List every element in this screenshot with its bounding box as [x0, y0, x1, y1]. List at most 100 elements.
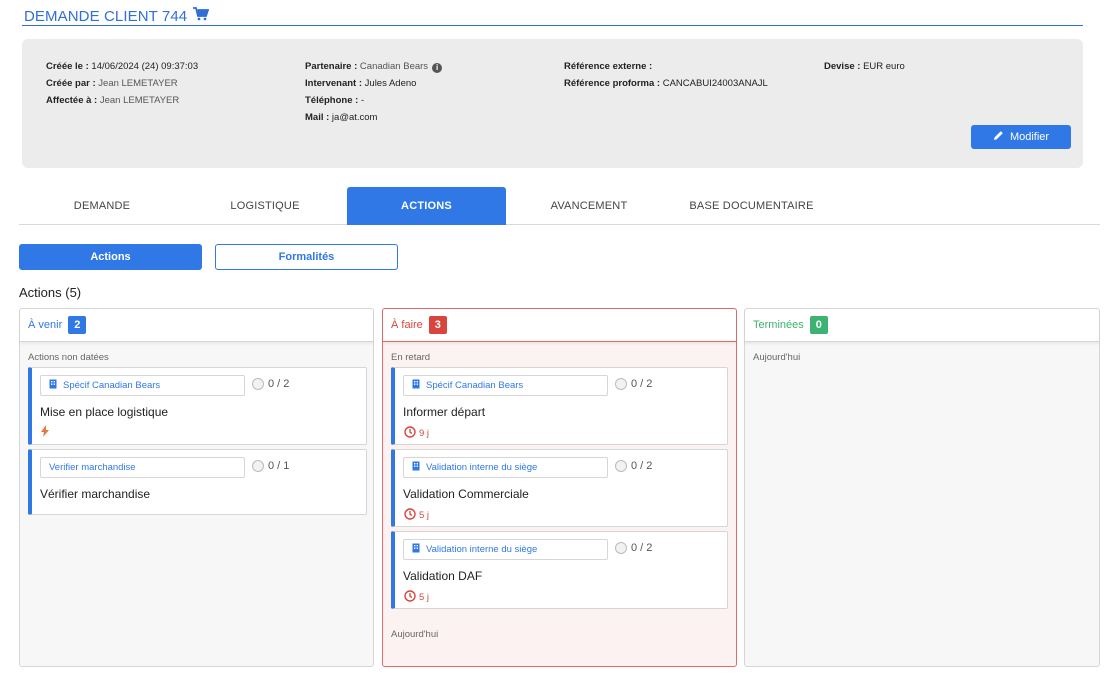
- partner-value: Canadian Bears: [359, 61, 429, 72]
- delay-value: 9 j: [419, 428, 430, 439]
- column-upcoming: À venir 2 Actions non datées Spécif Cana…: [19, 308, 374, 667]
- category-tag-label: Spécif Canadian Bears: [63, 380, 161, 391]
- progress-ring-icon: [615, 378, 627, 390]
- subtab-formalites[interactable]: Formalités: [215, 244, 398, 270]
- info-label: Référence proforma :: [564, 78, 661, 89]
- tab-demande[interactable]: DEMANDE: [19, 187, 185, 224]
- progress-value: 0 / 2: [631, 460, 653, 472]
- building-icon: [49, 379, 57, 392]
- card-title: Mise en place logistique: [40, 405, 169, 419]
- tab-base-documentaire[interactable]: BASE DOCUMENTAIRE: [669, 187, 834, 224]
- column-title: À venir: [28, 319, 63, 331]
- page-title: DEMANDE CLIENT 744: [24, 7, 210, 25]
- info-label: Affectée à :: [46, 95, 98, 106]
- category-tag-label: Validation interne du siège: [426, 462, 538, 473]
- info-label: Mail :: [305, 112, 330, 123]
- group-label: Aujourd'hui: [753, 352, 801, 363]
- subtab-actions[interactable]: Actions: [19, 244, 202, 270]
- progress-ring-icon: [615, 542, 627, 554]
- category-tag-label: Validation interne du siège: [426, 544, 538, 555]
- tab-actions[interactable]: ACTIONS: [347, 187, 506, 225]
- column-header: À venir 2: [20, 309, 373, 342]
- card-title: Vérifier marchandise: [40, 487, 151, 501]
- progress-counter: 0 / 1: [252, 460, 289, 472]
- title-divider: [22, 25, 1083, 26]
- building-icon: [412, 543, 420, 556]
- tab-avancement[interactable]: AVANCEMENT: [509, 187, 669, 224]
- info-column-currency: Devise : EUR euro: [824, 58, 905, 75]
- assigned-to-value: Jean LEMETAYER: [99, 95, 180, 106]
- progress-ring-icon: [252, 460, 264, 472]
- info-column-references: Référence externe : Référence proforma :…: [564, 58, 768, 92]
- pencil-icon: [993, 130, 1004, 144]
- column-title: Terminées: [753, 319, 804, 331]
- section-title: Actions (5): [19, 285, 82, 300]
- count-badge: 3: [428, 316, 447, 334]
- info-label: Devise :: [824, 61, 861, 72]
- contact-value: Jules Adeno: [364, 78, 417, 89]
- progress-counter: 0 / 2: [252, 378, 289, 390]
- category-tag-label: Verifier marchandise: [49, 462, 136, 473]
- action-card[interactable]: Spécif Canadian Bears 0 / 2 Informer dép…: [391, 367, 728, 445]
- action-card[interactable]: Validation interne du siège 0 / 2 Valida…: [391, 449, 728, 527]
- progress-value: 0 / 1: [268, 460, 290, 472]
- column-done: Terminées 0 Aujourd'hui: [744, 308, 1100, 667]
- count-badge: 0: [809, 316, 828, 334]
- info-icon[interactable]: i: [432, 63, 443, 73]
- info-label: Intervenant :: [305, 78, 363, 89]
- info-label: Créée par :: [46, 78, 96, 89]
- main-tabs: DEMANDE LOGISTIQUE ACTIONS AVANCEMENT BA…: [19, 187, 1100, 225]
- column-header: À faire 3: [383, 309, 736, 342]
- progress-counter: 0 / 2: [615, 542, 652, 554]
- progress-counter: 0 / 2: [615, 460, 652, 472]
- modify-button[interactable]: Modifier: [971, 125, 1071, 149]
- info-label: Téléphone :: [305, 95, 359, 106]
- card-footer: [41, 425, 49, 439]
- progress-value: 0 / 2: [631, 542, 653, 554]
- delay-indicator: 5 j: [404, 590, 429, 605]
- column-title: À faire: [391, 319, 423, 331]
- currency-value: EUR euro: [863, 61, 905, 72]
- progress-ring-icon: [252, 378, 264, 390]
- category-tag-label: Spécif Canadian Bears: [426, 380, 524, 391]
- info-label: Créée le :: [46, 61, 89, 72]
- progress-value: 0 / 2: [631, 378, 653, 390]
- proforma-ref-value: CANCABUI24003ANAJL: [662, 78, 768, 89]
- clock-icon: [404, 508, 416, 523]
- building-icon: [412, 379, 420, 392]
- action-card[interactable]: Validation interne du siège 0 / 2 Valida…: [391, 531, 728, 609]
- delay-value: 5 j: [419, 592, 430, 603]
- action-card[interactable]: Spécif Canadian Bears 0 / 2 Mise en plac…: [28, 367, 367, 445]
- action-card[interactable]: Verifier marchandise 0 / 1 Vérifier marc…: [28, 449, 367, 515]
- group-label-today: Aujourd'hui: [391, 629, 439, 640]
- card-title: Validation DAF: [403, 569, 483, 583]
- category-tag[interactable]: Validation interne du siège: [403, 539, 608, 560]
- info-label: Partenaire :: [305, 61, 358, 72]
- clock-icon: [404, 590, 416, 605]
- category-tag[interactable]: Verifier marchandise: [40, 457, 245, 478]
- progress-counter: 0 / 2: [615, 378, 652, 390]
- bolt-icon: [41, 425, 49, 439]
- info-column-partner: Partenaire : Canadian Bears i Intervenant…: [305, 58, 443, 126]
- category-tag[interactable]: Spécif Canadian Bears: [40, 375, 245, 396]
- column-todo: À faire 3 En retard Spécif Canadian Bear…: [382, 308, 737, 667]
- group-label: Actions non datées: [28, 352, 109, 363]
- info-column-creation: Créée le : 14/06/2024 (24) 09:37:03 Créé…: [46, 58, 198, 109]
- tab-logistique[interactable]: LOGISTIQUE: [185, 187, 345, 224]
- card-title: Validation Commerciale: [403, 487, 529, 501]
- delay-indicator: 5 j: [404, 508, 429, 523]
- category-tag[interactable]: Validation interne du siège: [403, 457, 608, 478]
- request-info-panel: Créée le : 14/06/2024 (24) 09:37:03 Créé…: [22, 39, 1083, 168]
- card-title: Informer départ: [403, 405, 486, 419]
- mail-value: ja@at.com: [331, 112, 378, 123]
- building-icon: [412, 461, 420, 474]
- delay-indicator: 9 j: [404, 426, 429, 441]
- page-title-text: DEMANDE CLIENT 744: [24, 7, 188, 25]
- count-badge: 2: [68, 316, 87, 334]
- phone-value: -: [360, 95, 365, 106]
- clock-icon: [404, 426, 416, 441]
- category-tag[interactable]: Spécif Canadian Bears: [403, 375, 608, 396]
- created-by-value: Jean LEMETAYER: [98, 78, 178, 89]
- progress-value: 0 / 2: [268, 378, 290, 390]
- created-on-value: 14/06/2024 (24) 09:37:03: [91, 61, 199, 72]
